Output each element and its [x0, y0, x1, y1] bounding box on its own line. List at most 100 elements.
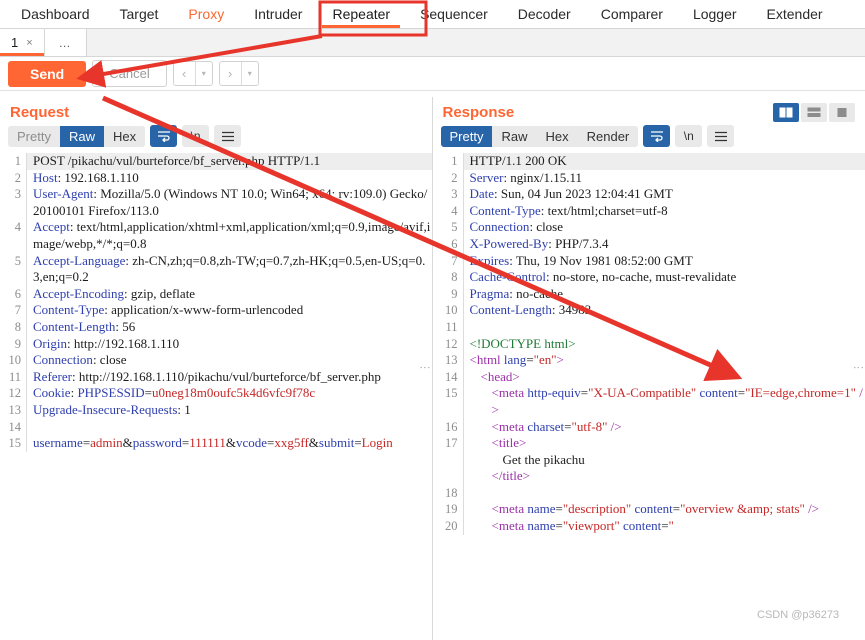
- layout-toggle-group[interactable]: [773, 103, 855, 122]
- nav-tab-target[interactable]: Target: [105, 0, 174, 28]
- request-toolbar: Pretty Raw Hex \n: [0, 125, 432, 153]
- nav-tab-repeater[interactable]: Repeater: [317, 0, 405, 28]
- code-text[interactable]: <html lang="en">: [462, 352, 865, 369]
- code-line: 3 User-Agent: Mozilla/5.0 (Windows NT 10.…: [0, 186, 432, 220]
- cancel-button[interactable]: Cancel: [92, 60, 167, 87]
- nav-tab-decoder[interactable]: Decoder: [503, 0, 586, 28]
- code-text[interactable]: Origin: http://192.168.1.110: [26, 335, 432, 353]
- request-view-mode-group[interactable]: Pretty Raw Hex: [8, 125, 146, 147]
- line-number: 18: [445, 485, 458, 500]
- code-text[interactable]: Content-Type: application/x-www-form-url…: [26, 302, 432, 319]
- chevron-right-icon: ›: [228, 66, 233, 81]
- code-text[interactable]: Connection: close: [462, 219, 865, 236]
- code-text[interactable]: X-Powered-By: PHP/7.3.4: [462, 235, 865, 253]
- code-text[interactable]: Host: 192.168.1.110: [26, 169, 432, 187]
- close-icon[interactable]: ×: [26, 37, 32, 49]
- nav-tab-sequencer[interactable]: Sequencer: [405, 0, 503, 28]
- code-line: 2 Server: nginx/1.15.11: [433, 169, 865, 187]
- split-horizontal-view-icon[interactable]: [801, 103, 827, 122]
- line-number: 1: [451, 154, 458, 168]
- newline-toggle-icon[interactable]: \n: [182, 125, 210, 147]
- code-text[interactable]: Content-Length: 34983: [462, 302, 865, 319]
- send-button[interactable]: Send: [8, 60, 87, 87]
- code-text[interactable]: Cache-Control: no-store, no-cache, must-…: [462, 269, 865, 286]
- forward-button[interactable]: › ▾: [218, 61, 259, 86]
- single-view-icon[interactable]: [829, 103, 855, 122]
- hamburger-menu-icon[interactable]: [214, 125, 242, 147]
- response-toolbar: Pretty Raw Hex Render \n: [433, 125, 865, 153]
- repeater-tab-strip[interactable]: 1 × …: [0, 29, 865, 57]
- nav-tab-proxy[interactable]: Proxy: [173, 0, 239, 28]
- chevron-down-icon[interactable]: ▾: [196, 62, 212, 85]
- word-wrap-icon[interactable]: [150, 125, 178, 147]
- split-vertical-view-icon[interactable]: [773, 103, 799, 122]
- code-text[interactable]: <head>: [462, 368, 865, 386]
- hamburger-menu-icon[interactable]: [707, 125, 735, 147]
- line-number: 7: [14, 303, 21, 318]
- chevron-down-icon[interactable]: ▾: [242, 62, 258, 85]
- response-view-mode-group[interactable]: Pretty Raw Hex Render: [440, 125, 639, 147]
- line-number: 1: [14, 154, 21, 168]
- code-text[interactable]: [462, 318, 865, 336]
- line-number: 6: [14, 286, 21, 301]
- code-line: 6 X-Powered-By: PHP/7.3.4: [433, 235, 865, 253]
- main-tab-bar[interactable]: Dashboard Target Proxy Intruder Repeater Sequ…: [0, 0, 865, 29]
- code-text[interactable]: Cookie: PHPSESSID=u0neg18m0oufc5k4d6vfc9…: [26, 385, 432, 402]
- request-body-editor[interactable]: 1 POST /pikachu/vul/burteforce/bf_server.…: [0, 153, 432, 640]
- nav-tab-intruder[interactable]: Intruder: [239, 0, 317, 28]
- line-number: 8: [14, 319, 21, 334]
- word-wrap-icon[interactable]: [643, 125, 671, 147]
- code-text[interactable]: User-Agent: Mozilla/5.0 (Windows NT 10.0…: [26, 186, 432, 220]
- nav-tab-logger[interactable]: Logger: [678, 0, 752, 28]
- code-text[interactable]: Referer: http://192.168.1.110/pikachu/vu…: [26, 368, 432, 386]
- code-line: 11: [433, 318, 865, 336]
- response-mode-hex[interactable]: Hex: [536, 125, 578, 147]
- code-text[interactable]: Accept: text/html,application/xhtml+xml,…: [26, 219, 432, 253]
- code-line: 11 Referer: http://192.168.1.110/pikachu/…: [0, 368, 432, 386]
- code-text[interactable]: Server: nginx/1.15.11: [462, 169, 865, 187]
- response-mode-render[interactable]: Render: [577, 125, 639, 147]
- code-text[interactable]: Content-Type: text/html;charset=utf-8: [462, 202, 865, 220]
- response-pane-resize-handle[interactable]: ⋮: [852, 362, 864, 374]
- request-mode-pretty[interactable]: Pretty: [8, 125, 60, 147]
- line-number: 6: [451, 236, 458, 251]
- code-text[interactable]: <meta http-equiv="X-UA-Compatible" conte…: [462, 385, 865, 419]
- code-text[interactable]: <title>: [462, 435, 865, 452]
- chevron-left-icon: ‹: [182, 66, 187, 81]
- code-text[interactable]: Get the pikachu: [462, 451, 865, 469]
- code-text[interactable]: Expires: Thu, 19 Nov 1981 08:52:00 GMT: [462, 252, 865, 270]
- nav-tab-comparer[interactable]: Comparer: [586, 0, 678, 28]
- code-text[interactable]: </title>: [462, 468, 865, 485]
- request-mode-hex[interactable]: Hex: [103, 125, 146, 147]
- line-number: 3: [451, 187, 458, 202]
- line-number: [433, 452, 463, 469]
- repeater-tab-1[interactable]: 1 ×: [0, 29, 45, 56]
- nav-tab-extender[interactable]: Extender: [752, 0, 838, 28]
- response-mode-pretty[interactable]: Pretty: [440, 125, 493, 147]
- code-text[interactable]: Accept-Language: zh-CN,zh;q=0.8,zh-TW;q=…: [26, 252, 432, 286]
- nav-tab-dashboard[interactable]: Dashboard: [6, 0, 105, 28]
- code-text[interactable]: <meta name="description" content="overvi…: [462, 501, 865, 519]
- code-text[interactable]: POST /pikachu/vul/burteforce/bf_server.p…: [26, 153, 432, 170]
- response-body-editor[interactable]: 1 HTTP/1.1 200 OK 2 Server: nginx/1.15.11 3 D…: [433, 153, 865, 640]
- code-text[interactable]: <meta name="viewport" content=": [462, 518, 865, 535]
- response-mode-raw[interactable]: Raw: [492, 125, 537, 147]
- back-button[interactable]: ‹ ▾: [172, 61, 213, 86]
- code-text[interactable]: Upgrade-Insecure-Requests: 1: [26, 401, 432, 419]
- code-text[interactable]: HTTP/1.1 200 OK: [462, 153, 865, 170]
- code-text[interactable]: username=admin&password=111111&vcode=xxg…: [26, 435, 432, 452]
- code-text[interactable]: Connection: close: [26, 352, 432, 369]
- code-text[interactable]: [462, 484, 865, 502]
- code-text[interactable]: <meta charset="utf-8" />: [462, 418, 865, 436]
- code-text[interactable]: Content-Length: 56: [26, 318, 432, 336]
- code-text[interactable]: Date: Sun, 04 Jun 2023 12:04:41 GMT: [462, 186, 865, 203]
- request-pane-resize-handle[interactable]: ⋮: [419, 362, 431, 374]
- code-text[interactable]: Accept-Encoding: gzip, deflate: [26, 285, 432, 303]
- code-line: 9 Pragma: no-cache: [433, 285, 865, 303]
- repeater-tab-more-button[interactable]: …: [44, 29, 87, 56]
- code-text[interactable]: Pragma: no-cache: [462, 285, 865, 303]
- request-mode-raw[interactable]: Raw: [59, 125, 104, 147]
- code-text[interactable]: [26, 418, 432, 436]
- code-text[interactable]: <!DOCTYPE html>: [462, 335, 865, 353]
- newline-toggle-icon[interactable]: \n: [675, 125, 703, 147]
